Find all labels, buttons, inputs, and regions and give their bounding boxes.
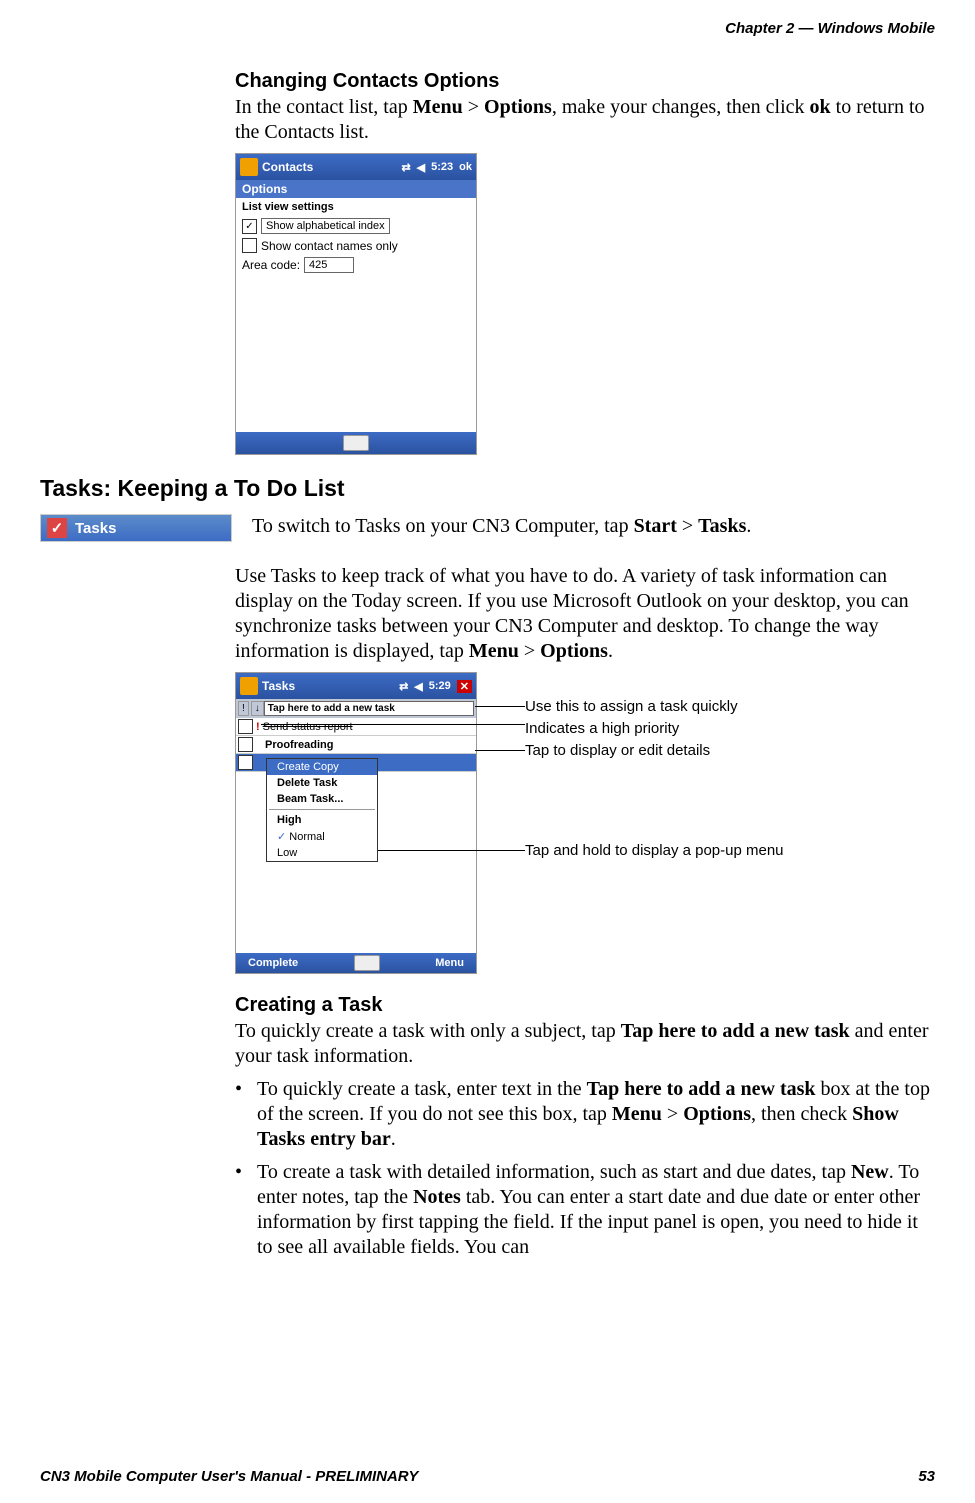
priority-icon: !	[253, 721, 263, 733]
softkey-menu[interactable]: Menu	[435, 957, 464, 969]
task-checkbox[interactable]	[238, 737, 253, 752]
area-code-label: Area code:	[242, 258, 300, 272]
start-icon	[240, 677, 258, 695]
new-task-input[interactable]: Tap here to add a new task	[264, 701, 474, 716]
priority-sort[interactable]: !	[238, 701, 249, 716]
checkbox-alpha-index[interactable]: ✓	[242, 219, 257, 234]
checkbox-label: Show contact names only	[261, 239, 398, 253]
keyboard-icon[interactable]	[343, 435, 369, 451]
area-code-input[interactable]: 425	[304, 257, 354, 273]
section-heading-changing-contacts: Changing Contacts Options	[235, 70, 935, 93]
body-paragraph: To quickly create a task with only a sub…	[235, 1019, 935, 1069]
keyboard-icon[interactable]	[354, 955, 380, 971]
footer-title: CN3 Mobile Computer User's Manual - PREL…	[40, 1468, 418, 1485]
checkbox-label: Show alphabetical index	[261, 218, 390, 234]
ok-button[interactable]: ok	[459, 161, 472, 173]
menu-low[interactable]: Low	[267, 845, 377, 861]
tasks-icon: ✓	[47, 518, 67, 538]
body-paragraph: In the contact list, tap Menu > Options,…	[235, 95, 935, 145]
volume-icon: ◀︎	[417, 161, 425, 174]
bullet-item: • To create a task with detailed informa…	[235, 1160, 935, 1260]
tasks-screenshot: Tasks ⇄ ◀︎ 5:29 ✕ ! ↓ Tap here to add a …	[235, 672, 477, 974]
close-button[interactable]: ✕	[457, 680, 472, 693]
section-heading-tasks: Tasks: Keeping a To Do List	[40, 475, 935, 502]
bullet-item: • To quickly create a task, enter text i…	[235, 1077, 935, 1152]
menu-delete-task[interactable]: Delete Task	[267, 775, 377, 791]
task-checkbox[interactable]	[238, 719, 253, 734]
sort-dropdown[interactable]: ↓	[251, 701, 264, 716]
menu-high[interactable]: High	[267, 812, 377, 828]
page-number: 53	[918, 1468, 935, 1485]
section-heading-creating-task: Creating a Task	[235, 994, 935, 1017]
menu-normal[interactable]: ✓ Normal	[267, 828, 377, 845]
task-entry-bar: ! ↓ Tap here to add a new task	[236, 699, 476, 718]
signal-icon: ⇄	[401, 161, 410, 174]
task-row-2[interactable]: Proofreading	[236, 736, 476, 754]
annotation-popup: Tap and hold to display a pop-up menu	[525, 842, 784, 859]
contacts-options-screenshot: Contacts ⇄ ◀︎ 5:23 ok Options List view …	[235, 153, 477, 455]
checkbox-contact-names[interactable]	[242, 238, 257, 253]
annotation-entry-bar: Use this to assign a task quickly	[525, 698, 738, 715]
section-label: List view settings	[236, 198, 476, 216]
annotation-priority: Indicates a high priority	[525, 720, 679, 737]
body-paragraph: To switch to Tasks on your CN3 Computer,…	[252, 514, 935, 539]
menu-create-copy[interactable]: Create Copy	[267, 759, 377, 775]
options-subbar: Options	[236, 180, 476, 198]
start-icon	[240, 158, 258, 176]
signal-icon: ⇄	[399, 680, 408, 693]
volume-icon: ◀︎	[414, 680, 422, 693]
clock: 5:23	[431, 161, 453, 173]
context-menu: Create Copy Delete Task Beam Task... Hig…	[266, 758, 378, 862]
softkey-complete[interactable]: Complete	[248, 957, 298, 969]
titlebar: Tasks ⇄ ◀︎ 5:29 ✕	[236, 673, 476, 699]
body-paragraph: Use Tasks to keep track of what you have…	[235, 564, 935, 664]
task-row-1[interactable]: ! Send status report	[236, 718, 476, 736]
page-footer: CN3 Mobile Computer User's Manual - PREL…	[40, 1468, 935, 1485]
task-subject: Send status report	[263, 721, 353, 733]
page-header: Chapter 2 — Windows Mobile	[725, 20, 935, 37]
bottom-bar	[236, 432, 476, 454]
clock: 5:29	[429, 680, 451, 692]
task-subject: Proofreading	[265, 739, 333, 751]
annotation-tap-details: Tap to display or edit details	[525, 742, 710, 759]
softkey-bar: Complete Menu	[236, 953, 476, 973]
menu-beam-task[interactable]: Beam Task...	[267, 791, 377, 807]
tasks-app-icon: ✓ Tasks	[40, 514, 232, 542]
titlebar: Contacts ⇄ ◀︎ 5:23 ok	[236, 154, 476, 180]
task-checkbox[interactable]	[238, 755, 253, 770]
